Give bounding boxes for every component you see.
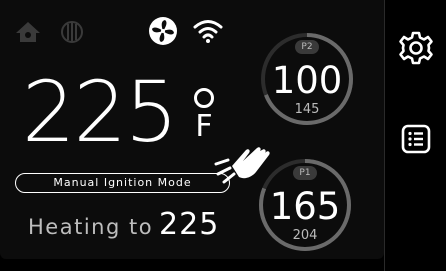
probe-p2-target-temp: 145 — [294, 102, 320, 117]
heating-status: Heating to 225 — [28, 207, 219, 242]
probe-p1-label: P1 — [293, 166, 317, 180]
degree-symbol — [194, 88, 214, 108]
grill-temperature[interactable]: 225 — [22, 70, 178, 154]
probe-p2-label: P2 — [295, 40, 319, 54]
heating-label: Heating to — [28, 215, 154, 239]
menu-list-icon[interactable] — [401, 124, 431, 158]
tap-hand-icon — [212, 136, 274, 190]
home-icon — [14, 20, 42, 48]
mode-indicator[interactable]: Manual Ignition Mode — [15, 173, 230, 193]
wifi-icon — [193, 18, 223, 48]
sidebar — [384, 0, 446, 271]
grill-icon — [60, 20, 84, 48]
heating-target: 225 — [159, 207, 220, 242]
probe-p1-current-temp: 165 — [269, 185, 341, 228]
probe-p1-target-temp: 204 — [292, 228, 318, 243]
probe-p2-dial[interactable]: P2 100 145 — [258, 30, 356, 128]
main-panel: 225 F Manual Ignition Mode Heating to 225… — [0, 0, 384, 259]
temperature-unit: F — [194, 88, 214, 142]
temperature-unit-label: F — [195, 109, 213, 144]
fan-icon — [148, 16, 178, 50]
probe-p2-current-temp: 100 — [271, 59, 343, 102]
settings-gear-icon[interactable] — [398, 30, 434, 70]
grill-controller-screen: 225 F Manual Ignition Mode Heating to 225… — [0, 0, 446, 271]
